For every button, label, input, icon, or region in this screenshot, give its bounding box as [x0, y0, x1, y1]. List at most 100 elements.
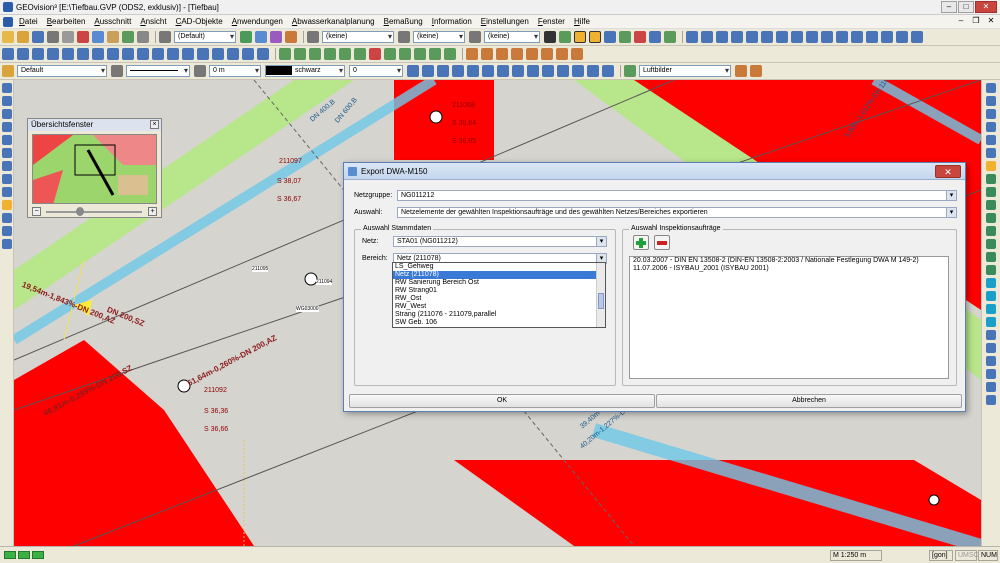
left-tool-12-icon[interactable]	[1, 226, 12, 236]
dialog-close-button[interactable]: ✕	[935, 165, 961, 178]
layer-select-3[interactable]: (keine)	[484, 31, 540, 43]
pan-2-icon[interactable]	[986, 291, 996, 301]
edit-mirror-icon[interactable]	[324, 48, 336, 60]
font-select[interactable]: Default	[17, 65, 107, 77]
save-icon[interactable]	[32, 31, 44, 43]
prop-e-icon[interactable]	[467, 65, 479, 77]
left-tool-7-icon[interactable]	[1, 161, 12, 171]
copy-icon[interactable]	[92, 31, 104, 43]
dropdown-option[interactable]: RW Sanierung Bereich Ost	[393, 279, 605, 287]
number-select[interactable]: 0	[349, 65, 403, 77]
edit-join-icon[interactable]	[384, 48, 396, 60]
left-tool-11-icon[interactable]	[1, 213, 12, 223]
edit-split-icon[interactable]	[399, 48, 411, 60]
tool-k-icon[interactable]	[701, 31, 713, 43]
color-select[interactable]: schwarz	[265, 65, 345, 77]
tool-q-icon[interactable]	[791, 31, 803, 43]
edit-delete-icon[interactable]	[369, 48, 381, 60]
layer-select-2[interactable]: (keine)	[413, 31, 465, 43]
netz-dropdown-icon[interactable]: ▾	[596, 237, 606, 246]
draw-sector-icon[interactable]	[197, 48, 209, 60]
left-tool-3-icon[interactable]	[1, 109, 12, 119]
pointer-icon[interactable]	[544, 31, 556, 43]
tool-w-icon[interactable]	[881, 31, 893, 43]
nav-up-icon[interactable]	[986, 83, 996, 93]
tool-d-icon[interactable]	[285, 31, 297, 43]
tool-g-icon[interactable]	[634, 31, 646, 43]
draw-poly-icon[interactable]	[77, 48, 89, 60]
draw-arc-icon[interactable]	[32, 48, 44, 60]
prop-g-icon[interactable]	[497, 65, 509, 77]
linewidth-select[interactable]: 0 m	[209, 65, 261, 77]
measure-d-icon[interactable]	[511, 48, 523, 60]
view-3-icon[interactable]	[986, 356, 996, 366]
overview-zoom-minus-button[interactable]: −	[32, 207, 41, 216]
draw-circle-icon[interactable]	[47, 48, 59, 60]
layer-select-1[interactable]: (keine)	[322, 31, 394, 43]
inspection-item[interactable]: 11.07.2006 - ISYBAU_2001 (ISYBAU 2001)	[630, 265, 948, 273]
minimize-button[interactable]: –	[941, 1, 957, 13]
prop-b-icon[interactable]	[422, 65, 434, 77]
preview-icon[interactable]	[62, 31, 74, 43]
add-inspection-button[interactable]	[633, 235, 649, 250]
nav-left-icon[interactable]	[986, 109, 996, 119]
edit-array-icon[interactable]	[429, 48, 441, 60]
zoom-window-icon[interactable]	[986, 161, 996, 171]
mdi-restore-button[interactable]: ❐	[970, 16, 982, 27]
menu-ansicht[interactable]: Ansicht	[140, 17, 166, 26]
linetype-select[interactable]	[126, 65, 190, 77]
draw-dim-icon[interactable]	[152, 48, 164, 60]
draw-point-icon[interactable]	[107, 48, 119, 60]
left-tool-2-icon[interactable]	[1, 96, 12, 106]
left-tool-1-icon[interactable]	[1, 83, 12, 93]
prop-h-icon[interactable]	[512, 65, 524, 77]
edit-offset-icon[interactable]	[414, 48, 426, 60]
zoom-15-icon[interactable]	[986, 265, 996, 275]
dropdown-option[interactable]: SW Geb. 106	[393, 319, 605, 327]
paste-icon[interactable]	[107, 31, 119, 43]
nav-6-icon[interactable]	[986, 148, 996, 158]
cancel-button[interactable]: Abbrechen	[656, 394, 962, 408]
prop-i-icon[interactable]	[527, 65, 539, 77]
prop-k-icon[interactable]	[557, 65, 569, 77]
mdi-minimize-button[interactable]: –	[955, 16, 967, 27]
netzgruppe-select[interactable]: NG011212 ▾	[397, 190, 957, 201]
bg-b-icon[interactable]	[750, 65, 762, 77]
menu-bearbeiten[interactable]: Bearbeiten	[47, 17, 86, 26]
draw-ellipse-icon[interactable]	[182, 48, 194, 60]
zoom-13-icon[interactable]	[986, 239, 996, 249]
prop-f-icon[interactable]	[482, 65, 494, 77]
measure-f-icon[interactable]	[541, 48, 553, 60]
menu-hilfe[interactable]: Hilfe	[574, 17, 590, 26]
left-tool-10-icon[interactable]	[1, 200, 12, 210]
select-mode-icon[interactable]	[574, 31, 586, 43]
pan-4-icon[interactable]	[986, 317, 996, 327]
left-tool-13-icon[interactable]	[1, 239, 12, 249]
tool-b-icon[interactable]	[255, 31, 267, 43]
edit-rotate-icon[interactable]	[294, 48, 306, 60]
tool-u-icon[interactable]	[851, 31, 863, 43]
view-6-icon[interactable]	[986, 395, 996, 405]
new-icon[interactable]	[2, 31, 14, 43]
left-tool-4-icon[interactable]	[1, 122, 12, 132]
tool-v-icon[interactable]	[866, 31, 878, 43]
measure-a-icon[interactable]	[466, 48, 478, 60]
zoom-next-icon[interactable]	[986, 226, 996, 236]
draw-line-icon[interactable]	[2, 48, 14, 60]
dropdown-option[interactable]: RW_Ost	[393, 295, 605, 303]
menu-abwasserkanalplanung[interactable]: Abwasserkanalplanung	[292, 17, 375, 26]
overview-zoom-plus-button[interactable]: +	[148, 207, 157, 216]
tool-a-icon[interactable]	[240, 31, 252, 43]
tool-h-icon[interactable]	[649, 31, 661, 43]
zoom-out-icon[interactable]	[986, 187, 996, 197]
zoom-in-icon[interactable]	[986, 174, 996, 184]
remove-inspection-button[interactable]	[654, 235, 670, 250]
menu-information[interactable]: Information	[432, 17, 472, 26]
netz-select[interactable]: STA01 (NG011212) ▾	[393, 236, 607, 247]
bg-a-icon[interactable]	[735, 65, 747, 77]
left-tool-8-icon[interactable]	[1, 174, 12, 184]
inspection-list[interactable]: 20.03.2007 - DIN EN 13508-2 (DIN-EN 1350…	[629, 256, 949, 379]
zoom-prev-icon[interactable]	[986, 213, 996, 223]
tool-s-icon[interactable]	[821, 31, 833, 43]
overview-close-icon[interactable]: ×	[150, 120, 159, 129]
